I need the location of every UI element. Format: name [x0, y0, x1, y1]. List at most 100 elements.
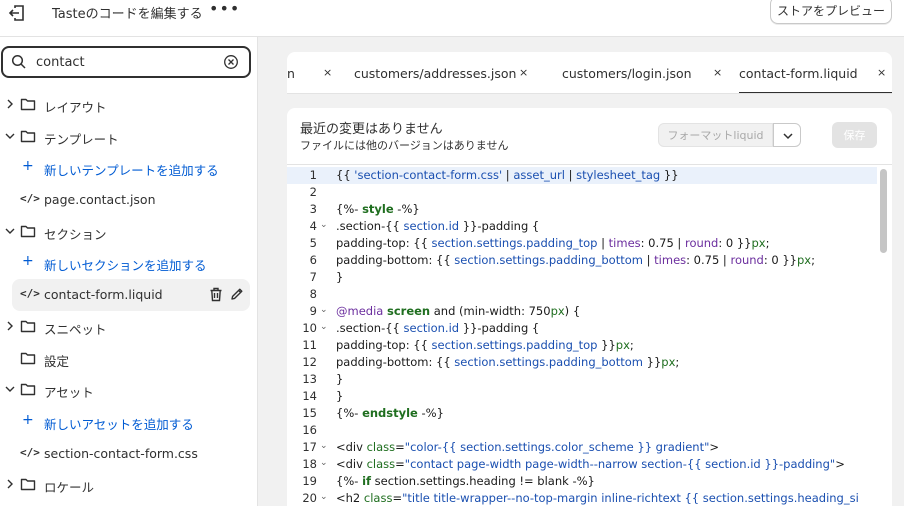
tree-file[interactable]: </> contact-form.liquid	[12, 279, 250, 311]
code-line[interactable]: 4 ⌄ .section-{{ section.id }}-padding {	[287, 218, 877, 235]
search-icon	[11, 54, 26, 69]
add-item-link[interactable]: + 新しいアセットを追加する	[0, 406, 258, 438]
line-number: 17	[302, 440, 317, 454]
code-text: {%- if section.settings.heading != blank…	[336, 474, 595, 488]
search-input[interactable]	[36, 52, 216, 72]
code-line[interactable]: 9 ⌄ @media screen and (min-width: 750px) …	[287, 303, 877, 320]
format-dropdown-button[interactable]	[773, 123, 801, 147]
code-line[interactable]: 13 }	[287, 371, 877, 388]
fold-chevron-icon[interactable]: ⌄	[320, 492, 328, 502]
chevron-right-icon[interactable]	[5, 99, 15, 109]
file-sidebar: レイアウトテンプレート + 新しいテンプレートを追加する </> page.contac…	[0, 37, 258, 506]
tree-item-label: アセット	[44, 385, 94, 401]
tab-file[interactable]: contact-form.liquid ×	[739, 52, 892, 93]
preview-store-button[interactable]: ストアをプレビュー	[770, 0, 892, 24]
code-line[interactable]: 2	[287, 184, 877, 201]
tree-folder[interactable]: テンプレート	[0, 121, 258, 153]
code-scrollbar[interactable]	[880, 169, 887, 253]
code-area[interactable]: 1 {{ 'section-contact-form.css' | asset_u…	[287, 164, 892, 506]
tree-file[interactable]: </> section-contact-form.css	[0, 438, 258, 470]
exit-icon[interactable]	[6, 2, 28, 24]
code-line[interactable]: 19 {%- if section.settings.heading != bl…	[287, 473, 877, 490]
close-tab-icon[interactable]: ×	[519, 66, 528, 79]
tree-item-label: 設定	[44, 353, 70, 369]
tree-folder[interactable]: ロケール	[0, 469, 258, 501]
code-line[interactable]: 11 padding-top: {{ section.settings.padd…	[287, 337, 877, 354]
folder-icon	[20, 98, 36, 111]
code-file-icon: </>	[20, 192, 40, 206]
line-number: 10	[302, 321, 317, 335]
plus-icon: +	[22, 158, 34, 175]
tree-item-label: スニペット	[44, 321, 107, 337]
tree-folder[interactable]: レイアウト	[0, 89, 258, 121]
code-line[interactable]: 20 ⌄ <h2 class="title title-wrapper--no-t…	[287, 490, 877, 506]
line-number: 4	[309, 219, 317, 233]
code-line[interactable]: 12 padding-bottom: {{ section.settings.p…	[287, 354, 877, 371]
code-line[interactable]: 8	[287, 286, 877, 303]
code-text: @media screen and (min-width: 750px) {	[336, 304, 581, 318]
line-number: 13	[302, 372, 317, 386]
fold-chevron-icon[interactable]: ⌄	[320, 305, 328, 315]
code-text: .section-{{ section.id }}-padding {	[336, 321, 540, 335]
tree-folder[interactable]: アセット	[0, 374, 258, 406]
tree-folder[interactable]: セクション	[0, 216, 258, 248]
tree-file[interactable]: </> page.contact.json	[0, 184, 258, 216]
code-line[interactable]: 16	[287, 422, 877, 439]
chevron-down-icon[interactable]	[5, 226, 15, 236]
chevron-down-icon[interactable]	[5, 131, 15, 141]
line-number: 20	[302, 491, 317, 505]
fold-chevron-icon[interactable]: ⌄	[320, 441, 328, 451]
tree-item-label: 新しいテンプレートを追加する	[44, 163, 219, 179]
code-line[interactable]: 17 ⌄ <div class="color-{{ section.settings…	[287, 439, 877, 456]
chevron-right-icon[interactable]	[5, 321, 15, 331]
clear-search-icon[interactable]	[223, 54, 239, 70]
save-button[interactable]: 保存	[832, 122, 877, 148]
fold-chevron-icon[interactable]: ⌄	[320, 458, 328, 468]
close-tab-icon[interactable]: ×	[713, 66, 722, 79]
code-line[interactable]: 5 padding-top: {{ section.settings.paddi…	[287, 235, 877, 252]
line-number: 12	[302, 355, 317, 369]
tree-item-label: テンプレート	[44, 131, 119, 147]
close-tab-icon[interactable]: ×	[877, 66, 886, 79]
chevron-down-icon[interactable]	[5, 384, 15, 394]
code-line[interactable]: 18 ⌄ <div class="contact page-width page-…	[287, 456, 877, 473]
code-line[interactable]: 3 {%- style -%}	[287, 201, 877, 218]
code-file-icon: </>	[20, 445, 40, 459]
tab-file[interactable]: n ×	[287, 52, 339, 93]
chevron-down-icon	[783, 133, 793, 140]
fold-chevron-icon[interactable]: ⌄	[320, 220, 328, 230]
line-number: 8	[309, 287, 317, 301]
add-item-link[interactable]: + 新しいセクションを追加する	[0, 247, 258, 279]
code-line[interactable]: 7 }	[287, 269, 877, 286]
close-tab-icon[interactable]: ×	[323, 66, 332, 79]
fold-chevron-icon[interactable]: ⌄	[320, 322, 328, 332]
tab-file[interactable]: customers/login.json ×	[562, 52, 729, 93]
code-line[interactable]: 10 ⌄ .section-{{ section.id }}-padding {	[287, 320, 877, 337]
code-text: padding-bottom: {{ section.settings.padd…	[336, 355, 680, 369]
code-file-icon: </>	[20, 287, 40, 301]
tab-file[interactable]: customers/addresses.json ×	[354, 52, 535, 93]
code-text: .section-{{ section.id }}-padding {	[336, 219, 540, 233]
tree-folder[interactable]: スニペット	[0, 311, 258, 343]
top-bar: Tasteのコードを編集する ••• ストアをプレビュー	[0, 0, 904, 37]
code-line[interactable]: 14 }	[287, 388, 877, 405]
tree-item-label: セクション	[44, 226, 107, 242]
pencil-icon[interactable]	[230, 287, 244, 301]
change-status: 最近の変更はありません	[300, 122, 443, 137]
tree-item-label: page.contact.json	[44, 192, 156, 208]
code-line[interactable]: 15 {%- endstyle -%}	[287, 405, 877, 422]
file-tree: レイアウトテンプレート + 新しいテンプレートを追加する </> page.contac…	[0, 89, 258, 501]
code-line[interactable]: 6 padding-bottom: {{ section.settings.pa…	[287, 252, 877, 269]
line-number: 16	[302, 423, 317, 437]
more-actions-button[interactable]: •••	[209, 0, 240, 18]
tree-folder[interactable]: 設定	[0, 343, 258, 375]
code-line[interactable]: 1 {{ 'section-contact-form.css' | asset_u…	[287, 167, 877, 184]
trash-icon[interactable]	[209, 287, 223, 302]
line-number: 1	[309, 168, 317, 182]
format-liquid-button[interactable]: フォーマットliquid	[658, 123, 773, 147]
line-number: 18	[302, 457, 317, 471]
tree-item-label: 新しいセクションを追加する	[44, 258, 207, 274]
page-title: Tasteのコードを編集する	[52, 7, 203, 22]
chevron-right-icon[interactable]	[5, 479, 15, 489]
add-item-link[interactable]: + 新しいテンプレートを追加する	[0, 152, 258, 184]
